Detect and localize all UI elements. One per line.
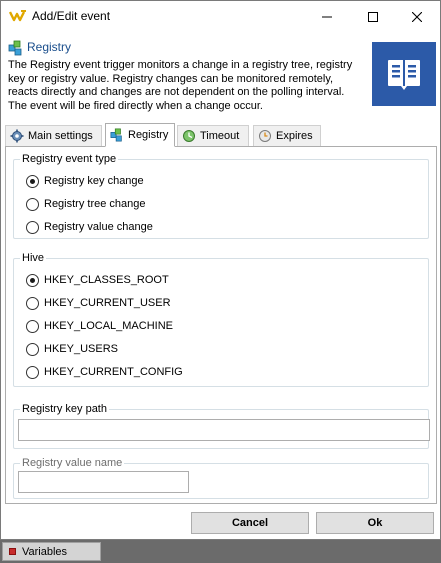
radio-label: HKEY_CLASSES_ROOT bbox=[44, 274, 169, 286]
radio-hkey-users[interactable]: HKEY_USERS bbox=[26, 341, 118, 357]
group-legend: Hive bbox=[20, 252, 47, 264]
registry-icon bbox=[110, 128, 122, 142]
taskbar-item-variables[interactable]: Variables bbox=[2, 542, 101, 561]
radio-label: HKEY_LOCAL_MACHINE bbox=[44, 320, 173, 332]
radio-button[interactable] bbox=[26, 220, 39, 234]
radio-button[interactable] bbox=[26, 342, 39, 356]
radio-hkey-classes-root[interactable]: HKEY_CLASSES_ROOT bbox=[26, 272, 169, 288]
radio-label: Registry tree change bbox=[44, 198, 146, 210]
add-edit-event-dialog: Add/Edit event Registry The Registry eve… bbox=[0, 0, 441, 540]
tab-label: Registry bbox=[128, 129, 169, 141]
tab-expires[interactable]: Expires bbox=[253, 125, 321, 146]
radio-registry-tree-change[interactable]: Registry tree change bbox=[26, 196, 146, 212]
registry-icon bbox=[8, 40, 22, 56]
minimize-button[interactable] bbox=[304, 1, 350, 32]
tab-registry[interactable]: Registry bbox=[105, 123, 175, 147]
radio-button[interactable] bbox=[26, 273, 39, 287]
registry-tab-panel: Registry event type Registry key change … bbox=[5, 146, 437, 504]
title-bar[interactable]: Add/Edit event bbox=[1, 1, 440, 32]
radio-registry-value-change[interactable]: Registry value change bbox=[26, 219, 153, 235]
radio-registry-key-change[interactable]: Registry key change bbox=[26, 173, 144, 189]
tab-label: Main settings bbox=[28, 130, 93, 142]
close-button[interactable] bbox=[394, 1, 440, 32]
gear-icon bbox=[10, 129, 24, 143]
radio-button[interactable] bbox=[26, 365, 39, 379]
description-text: The Registry event trigger monitors a ch… bbox=[8, 59, 353, 112]
registry-event-type-group: Registry event type Registry key change … bbox=[13, 153, 429, 239]
radio-button[interactable] bbox=[26, 174, 39, 188]
radio-label: HKEY_CURRENT_CONFIG bbox=[44, 366, 183, 378]
group-legend: Registry event type bbox=[20, 153, 119, 165]
radio-label: HKEY_CURRENT_USER bbox=[44, 297, 171, 309]
taskbar: Variables bbox=[0, 540, 441, 563]
tab-label: Timeout bbox=[200, 130, 240, 142]
maximize-icon bbox=[368, 11, 378, 22]
registry-value-name-input[interactable] bbox=[18, 471, 189, 493]
tab-strip: Main settings Registry Timeout Expires bbox=[5, 123, 437, 147]
ok-button[interactable]: Ok bbox=[316, 512, 434, 534]
cancel-button[interactable]: Cancel bbox=[191, 512, 309, 534]
radio-label: Registry key change bbox=[44, 175, 144, 187]
radio-button[interactable] bbox=[26, 319, 39, 333]
tab-label: Expires bbox=[276, 130, 313, 142]
radio-label: HKEY_USERS bbox=[44, 343, 118, 355]
group-legend: Registry value name bbox=[20, 457, 125, 469]
close-icon bbox=[412, 11, 422, 22]
timeout-icon bbox=[183, 130, 195, 142]
app-logo-icon bbox=[9, 10, 26, 22]
clock-icon bbox=[259, 130, 271, 142]
radio-hkey-current-config[interactable]: HKEY_CURRENT_CONFIG bbox=[26, 364, 183, 380]
radio-label: Registry value change bbox=[44, 221, 153, 233]
variables-icon bbox=[9, 548, 16, 555]
document-lines-icon bbox=[372, 42, 436, 106]
radio-button[interactable] bbox=[26, 296, 39, 310]
radio-button[interactable] bbox=[26, 197, 39, 211]
taskbar-item-label: Variables bbox=[22, 545, 68, 558]
radio-hkey-current-user[interactable]: HKEY_CURRENT_USER bbox=[26, 295, 171, 311]
window-title: Add/Edit event bbox=[32, 9, 111, 23]
section-heading: Registry bbox=[27, 40, 72, 54]
tab-main-settings[interactable]: Main settings bbox=[5, 125, 102, 146]
registry-key-path-input[interactable] bbox=[18, 419, 430, 441]
radio-hkey-local-machine[interactable]: HKEY_LOCAL_MACHINE bbox=[26, 318, 173, 334]
hive-group: Hive HKEY_CLASSES_ROOT HKEY_CURRENT_USER… bbox=[13, 252, 429, 387]
dialog-header: Registry The Registry event trigger moni… bbox=[1, 32, 440, 120]
group-legend: Registry key path bbox=[20, 403, 109, 415]
minimize-icon bbox=[322, 16, 332, 17]
tab-timeout[interactable]: Timeout bbox=[177, 125, 249, 146]
maximize-button[interactable] bbox=[350, 1, 396, 32]
